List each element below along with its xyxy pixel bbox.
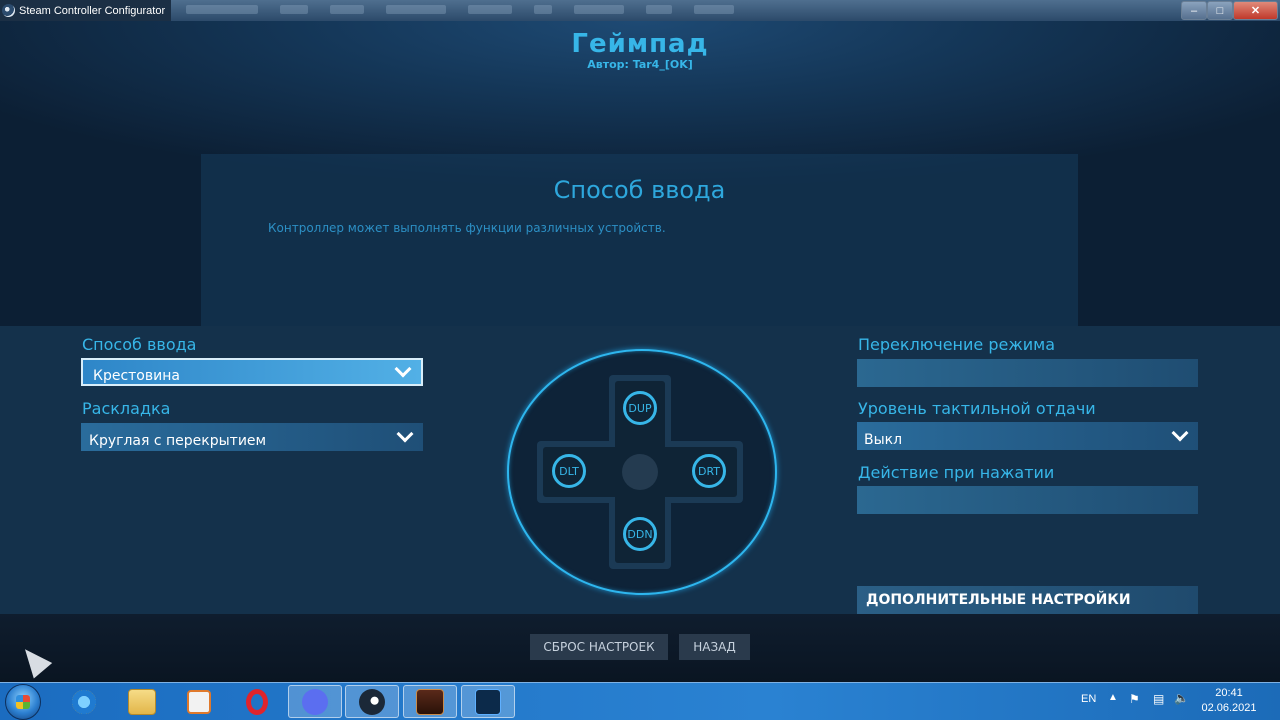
info-description: Контроллер может выполнять функции разли…: [268, 221, 666, 235]
steam-app-icon: [2, 4, 15, 17]
language-indicator[interactable]: EN: [1081, 693, 1096, 705]
game-icon[interactable]: [403, 685, 457, 718]
start-button[interactable]: [5, 684, 41, 720]
clock-date: 02.06.2021: [1201, 702, 1257, 714]
input-method-dropdown[interactable]: Крестовина: [81, 358, 423, 386]
opera-icon[interactable]: [230, 685, 284, 718]
layout-label: Раскладка: [82, 399, 171, 418]
close-button[interactable]: ✕: [1233, 1, 1278, 20]
author-label: Автор: Tar4_[OK]: [587, 58, 693, 71]
dpad-left-button[interactable]: DLT: [552, 454, 586, 488]
dpad-down-button[interactable]: DDN: [623, 517, 657, 551]
ghost-menu-bar: [186, 5, 734, 14]
cursor-arrow-icon: [15, 641, 53, 679]
minimize-button[interactable]: –: [1181, 1, 1207, 20]
haptic-value: Выкл: [864, 432, 903, 448]
tray-expand-icon[interactable]: ▲: [1108, 692, 1118, 703]
haptic-label: Уровень тактильной отдачи: [858, 399, 1096, 418]
dpad-diagram: DUP DDN DLT DRT: [507, 349, 777, 595]
haptic-dropdown[interactable]: Выкл: [857, 422, 1198, 450]
bottom-bar: СБРОС НАСТРОЕК НАЗАД: [0, 614, 1280, 682]
discord-icon[interactable]: [288, 685, 342, 718]
config-header: Геймпад Автор: Tar4_[OK] Способ ввода Ко…: [0, 21, 1280, 326]
clock-time: 20:41: [1215, 687, 1243, 699]
settings-panel: Способ ввода Крестовина Раскладка Кругла…: [0, 326, 1280, 614]
click-action-field[interactable]: [857, 486, 1198, 514]
dpad-up-button[interactable]: DUP: [623, 391, 657, 425]
layout-value: Круглая с перекрытием: [89, 433, 267, 449]
window-title-text: Steam Controller Configurator: [19, 4, 166, 17]
input-method-value: Крестовина: [93, 368, 180, 384]
window-title: Steam Controller Configurator: [0, 0, 172, 21]
reset-settings-button[interactable]: СБРОС НАСТРОЕК: [530, 634, 668, 660]
chevron-down-icon: [394, 360, 412, 378]
media-player-icon[interactable]: [172, 685, 226, 718]
steam-icon[interactable]: [345, 685, 399, 718]
taskbar-clock[interactable]: 20:41 02.06.2021: [1200, 686, 1258, 716]
ie-icon[interactable]: [57, 685, 111, 718]
volume-icon[interactable]: 🔈: [1174, 691, 1189, 705]
maximize-button[interactable]: □: [1207, 1, 1233, 20]
windows-taskbar: EN ▲ ⚑ ▤ 🔈 20:41 02.06.2021: [0, 682, 1280, 720]
advanced-settings-button[interactable]: ДОПОЛНИТЕЛЬНЫЕ НАСТРОЙКИ: [857, 586, 1198, 614]
layout-dropdown[interactable]: Круглая с перекрытием: [81, 423, 423, 451]
dpad-right-button[interactable]: DRT: [692, 454, 726, 488]
window-titlebar: Steam Controller Configurator – □ ✕: [0, 0, 1280, 22]
click-action-label: Действие при нажатии: [858, 463, 1055, 482]
explorer-icon[interactable]: [115, 685, 169, 718]
chevron-down-icon: [396, 425, 414, 443]
dpad-center: [622, 454, 658, 490]
info-panel: Способ ввода Контроллер может выполнять …: [201, 154, 1078, 326]
info-title: Способ ввода: [553, 176, 726, 204]
network-icon[interactable]: ▤: [1153, 692, 1164, 706]
photoshop-icon[interactable]: [461, 685, 515, 718]
mode-shift-label: Переключение режима: [858, 335, 1056, 354]
action-center-flag-icon[interactable]: ⚑: [1129, 692, 1140, 706]
mode-shift-field[interactable]: [857, 359, 1198, 387]
chevron-down-icon: [1171, 424, 1189, 442]
input-method-label: Способ ввода: [82, 335, 197, 354]
back-button[interactable]: НАЗАД: [679, 634, 750, 660]
page-title: Геймпад: [571, 29, 709, 59]
